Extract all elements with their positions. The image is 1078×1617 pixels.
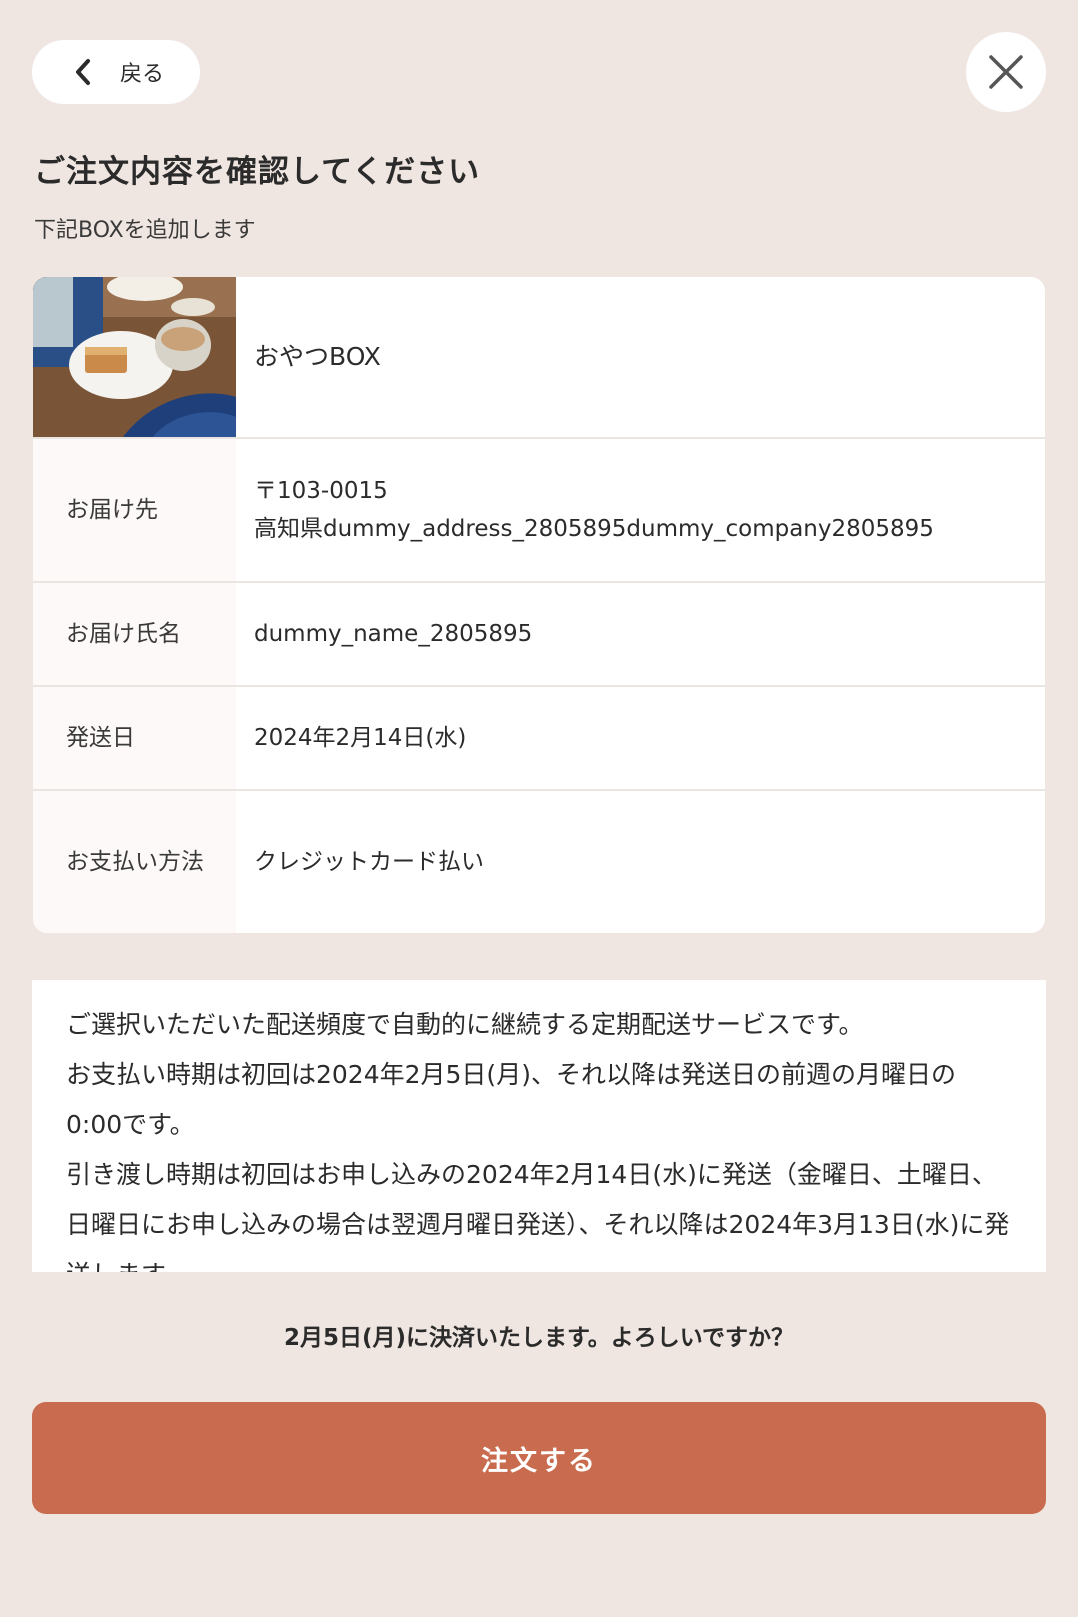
ship-date-value: 2024年2月14日(水): [254, 725, 467, 751]
close-icon: [989, 55, 1023, 89]
product-image: [33, 277, 236, 437]
product-name: おやつBOX: [254, 342, 381, 371]
order-confirm-page: 戻る ご注文内容を確認してください 下記BOXを追加します おやつBOX お届け…: [0, 0, 1078, 1617]
notice-paragraph: お支払い時期は初回は2024年2月5日(月)、それ以降は発送日の前週の月曜日の0…: [66, 1060, 956, 1139]
address-row: お届け先 〒103-0015 高知県dummy_address_2805895d…: [33, 439, 1045, 583]
page-subtitle: 下記BOXを追加します: [34, 218, 256, 243]
confirm-text: 2月5日(月)に決済いたします。よろしいですか？: [283, 1325, 795, 1351]
order-button[interactable]: 注文する: [32, 1402, 1046, 1514]
address-line: 高知県dummy_address_2805895dummy_company280…: [254, 516, 934, 542]
order-summary-card: おやつBOX お届け先 〒103-0015 高知県dummy_address_2…: [33, 277, 1045, 933]
subscription-notice[interactable]: ご選択いただいた配送頻度で自動的に継続する定期配送サービスです。 お支払い時期は…: [32, 980, 1046, 1272]
recipient-label: お届け氏名: [33, 583, 236, 685]
address-label: お届け先: [33, 439, 236, 581]
chevron-left-icon: [76, 59, 90, 85]
payment-row: お支払い方法 クレジットカード払い: [33, 791, 1045, 933]
payment-label: お支払い方法: [33, 791, 236, 933]
recipient-value: dummy_name_2805895: [254, 621, 533, 647]
ship-date-row: 発送日 2024年2月14日(水): [33, 687, 1045, 791]
back-button-label: 戻る: [120, 62, 165, 87]
page-title: ご注文内容を確認してください: [34, 154, 481, 190]
notice-paragraph: 引き渡し時期は初回はお申し込みの2024年2月14日(水)に発送（金曜日、土曜日…: [66, 1160, 1010, 1272]
back-button[interactable]: 戻る: [32, 40, 200, 104]
notice-paragraph: ご選択いただいた配送頻度で自動的に継続する定期配送サービスです。: [66, 1010, 864, 1039]
address-postal: 〒103-0015: [254, 478, 388, 504]
payment-value: クレジットカード払い: [254, 849, 484, 875]
address-value: 〒103-0015 高知県dummy_address_2805895dummy_…: [236, 439, 1045, 581]
recipient-row: お届け氏名 dummy_name_2805895: [33, 583, 1045, 687]
product-row: おやつBOX: [33, 277, 1045, 439]
close-button[interactable]: [966, 32, 1046, 112]
ship-date-label: 発送日: [33, 687, 236, 789]
